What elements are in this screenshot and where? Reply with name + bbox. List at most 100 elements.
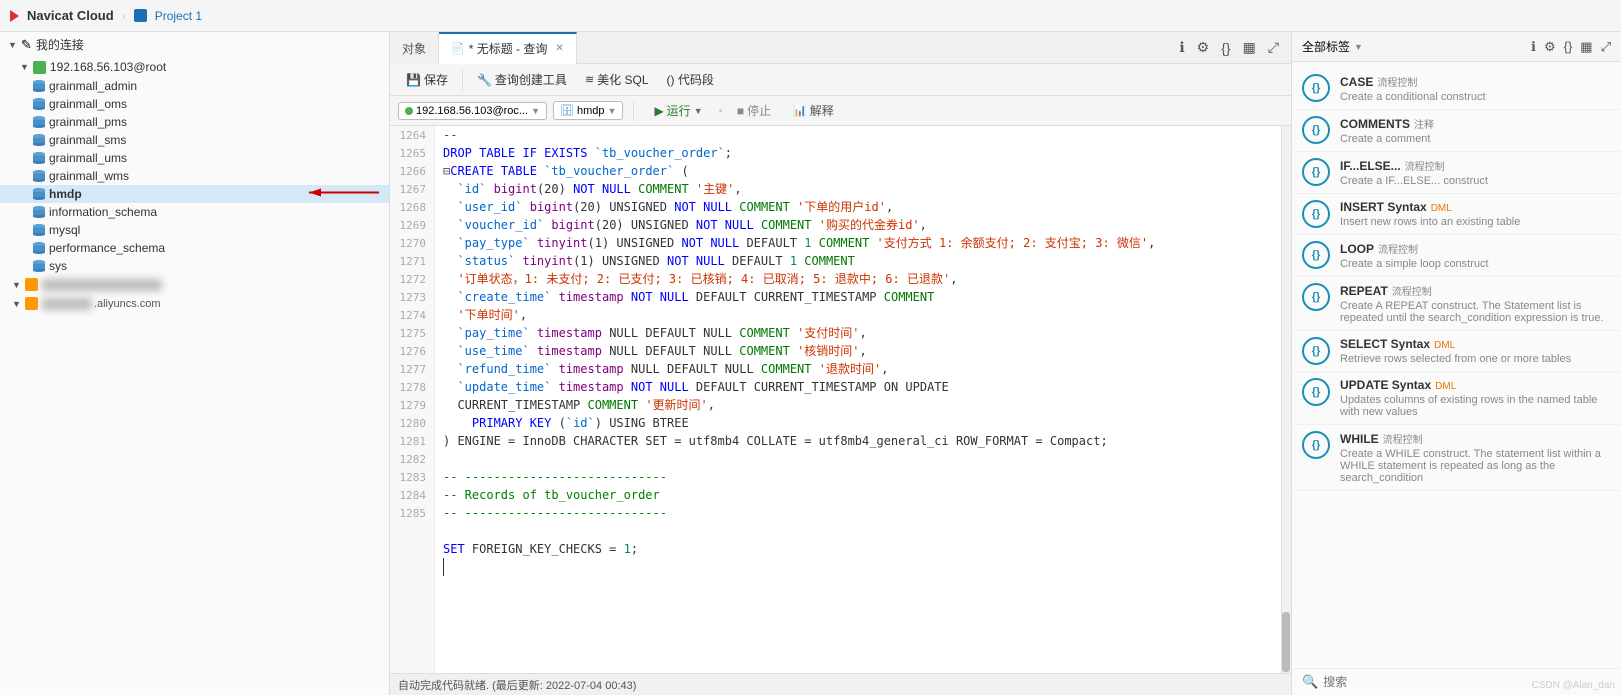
snippet-ifelse-name: IF...ELSE... [1340,159,1401,173]
db-selector-arrow: ▼ [608,106,617,116]
snippet-update-badge: DML [1435,381,1456,392]
snippet-loop[interactable]: {} LOOP流程控制 Create a simple loop constru… [1292,235,1621,277]
sidebar-item-hmdp[interactable]: hmdp [0,185,389,203]
snippet-while-info: WHILE流程控制 Create a WHILE construct. The … [1340,431,1611,484]
braces-icon[interactable]: {} [1221,40,1230,56]
code-snippet-button[interactable]: () 代码段 [659,68,722,91]
snippet-ifelse-info: IF...ELSE...流程控制 Create a IF...ELSE... c… [1340,158,1611,187]
snippet-repeat-name: REPEAT [1340,284,1388,298]
snippet-list: {} CASE流程控制 Create a conditional constru… [1292,62,1621,668]
expand-icon[interactable]: ⤢ [1268,39,1279,56]
tag-selector-label: 全部标签 [1302,38,1350,55]
sidebar-item-performance_schema[interactable]: performance_schema [0,239,389,257]
run-button[interactable]: ▶ 运行 ▼ [644,99,712,122]
db-icon [32,80,45,92]
snippet-case-badge: 流程控制 [1377,78,1417,89]
db-icon [32,224,45,236]
external-connection-1[interactable]: ▼ [0,275,389,294]
scrollbar-thumb[interactable] [1282,612,1290,672]
close-tab-icon[interactable]: ✕ [555,43,563,54]
snippet-loop-badge: 流程控制 [1378,245,1418,256]
db-icon [32,170,45,182]
snippet-select-info: SELECT SyntaxDML Retrieve rows selected … [1340,337,1611,365]
query-tab-icon: 📄 [451,42,465,55]
panel-icons: ℹ ⚙ {} ▦ ⤢ [1531,39,1611,55]
expand-arrow: ▼ [12,299,21,309]
connection-item[interactable]: ▼ 192.168.56.103@root [0,57,389,77]
snippet-repeat[interactable]: {} REPEAT流程控制 Create A REPEAT construct.… [1292,277,1621,331]
expand-panel-icon[interactable]: ⤢ [1601,39,1611,55]
gear-panel-icon[interactable]: ⚙ [1544,39,1556,55]
code-line-1279 [443,450,1273,468]
snippet-select-desc: Retrieve rows selected from one or more … [1340,353,1611,365]
code-line-1281: -- Records of tb_voucher_order [443,486,1273,504]
code-line-1280: -- ---------------------------- [443,468,1273,486]
play-icon: ▶ [654,104,663,118]
tag-selector[interactable]: 全部标签 ▼ [1302,38,1363,55]
scrollbar[interactable] [1281,126,1291,673]
stop-button[interactable]: ■ 停止 [729,99,779,122]
tab-tools-right: ℹ ⚙ {} ▦ ⤢ [1179,39,1291,56]
snippet-select[interactable]: {} SELECT SyntaxDML Retrieve rows select… [1292,331,1621,372]
settings-icon[interactable]: ⚙ [1197,39,1210,56]
db-name: grainmall_admin [49,79,137,93]
code-editor[interactable]: 1264 1265 1266 1267 1268 1269 1270 1271 … [390,126,1291,673]
sidebar-item-mysql[interactable]: mysql [0,221,389,239]
db-icon [32,206,45,218]
external-connection-2[interactable]: ▼ .aliyuncs.com [0,294,389,313]
tab-query[interactable]: 📄 * 无标题 - 查询 ✕ [439,32,577,64]
query-builder-button[interactable]: 🔧 查询创建工具 [469,68,575,91]
status-text: 自动完成代码就绪. (最后更新: 2022-07-04 00:43) [398,677,636,693]
grid-icon[interactable]: ▦ [1243,39,1256,56]
snippet-comments-info: COMMENTS注释 Create a comment [1340,116,1611,145]
my-connections-header[interactable]: ▼ ✎ 我的连接 [0,32,389,57]
db-selector-icon: 🗄 [560,104,574,117]
snippet-comments-badge: 注释 [1414,120,1434,131]
sidebar-item-grainmall_oms[interactable]: grainmall_oms [0,95,389,113]
snippet-ifelse[interactable]: {} IF...ELSE...流程控制 Create a IF...ELSE..… [1292,152,1621,194]
chevron-down-icon: ▼ [8,40,17,50]
sidebar-item-information_schema[interactable]: information_schema [0,203,389,221]
snippet-insert[interactable]: {} INSERT SyntaxDML Insert new rows into… [1292,194,1621,235]
app-title: Navicat Cloud [27,8,114,23]
snippet-case-name: CASE [1340,75,1373,89]
code-line-1268: `user_id` bigint(20) UNSIGNED NOT NULL C… [443,198,1273,216]
snippet-update[interactable]: {} UPDATE SyntaxDML Updates columns of e… [1292,372,1621,425]
connection-icon [33,61,46,74]
code-content[interactable]: -- DROP TABLE IF EXISTS `tb_voucher_orde… [435,126,1281,673]
query-builder-icon: 🔧 [477,73,492,87]
braces-panel-icon[interactable]: {} [1564,39,1573,55]
snippet-insert-icon: {} [1302,200,1330,228]
code-line-1269: `voucher_id` bigint(20) UNSIGNED NOT NUL… [443,216,1273,234]
snippet-case[interactable]: {} CASE流程控制 Create a conditional constru… [1292,68,1621,110]
db-name: mysql [49,223,80,237]
content-area: 对象 📄 * 无标题 - 查询 ✕ ℹ ⚙ {} ▦ ⤢ 💾 保存 [390,32,1291,695]
sidebar-item-sys[interactable]: sys [0,257,389,275]
sidebar-item-grainmall_admin[interactable]: grainmall_admin [0,77,389,95]
connection-selector[interactable]: 192.168.56.103@roc... ▼ [398,102,547,120]
info-panel-icon[interactable]: ℹ [1531,39,1536,55]
explain-button[interactable]: 📊 解释 [785,99,842,122]
sidebar-item-grainmall_pms[interactable]: grainmall_pms [0,113,389,131]
save-button[interactable]: 💾 保存 [398,68,456,91]
database-selector[interactable]: 🗄 hmdp ▼ [553,101,623,120]
snippet-repeat-info: REPEAT流程控制 Create A REPEAT construct. Th… [1340,283,1611,324]
snippet-while[interactable]: {} WHILE流程控制 Create a WHILE construct. T… [1292,425,1621,491]
snippet-case-info: CASE流程控制 Create a conditional construct [1340,74,1611,103]
code-line-1285 [443,558,1273,576]
tab-object[interactable]: 对象 [390,32,439,64]
db-name: grainmall_oms [49,97,127,111]
snippet-select-badge: DML [1434,340,1455,351]
sidebar-item-grainmall_ums[interactable]: grainmall_ums [0,149,389,167]
grid-panel-icon[interactable]: ▦ [1580,39,1592,55]
toolbar: 💾 保存 🔧 查询创建工具 ≋ 美化 SQL () 代码段 [390,64,1291,96]
snippet-comments[interactable]: {} COMMENTS注释 Create a comment [1292,110,1621,152]
my-connections-section: ▼ ✎ 我的连接 ▼ 192.168.56.103@root [0,32,389,313]
snippet-update-desc: Updates columns of existing rows in the … [1340,394,1611,418]
sidebar-item-grainmall_sms[interactable]: grainmall_sms [0,131,389,149]
beautify-sql-button[interactable]: ≋ 美化 SQL [577,68,657,91]
info-icon[interactable]: ℹ [1179,39,1184,56]
right-panel: 全部标签 ▼ ℹ ⚙ {} ▦ ⤢ {} CASE流程控制 Create a c… [1291,32,1621,695]
red-arrow-indicator [304,183,384,206]
snippet-while-icon: {} [1302,431,1330,459]
